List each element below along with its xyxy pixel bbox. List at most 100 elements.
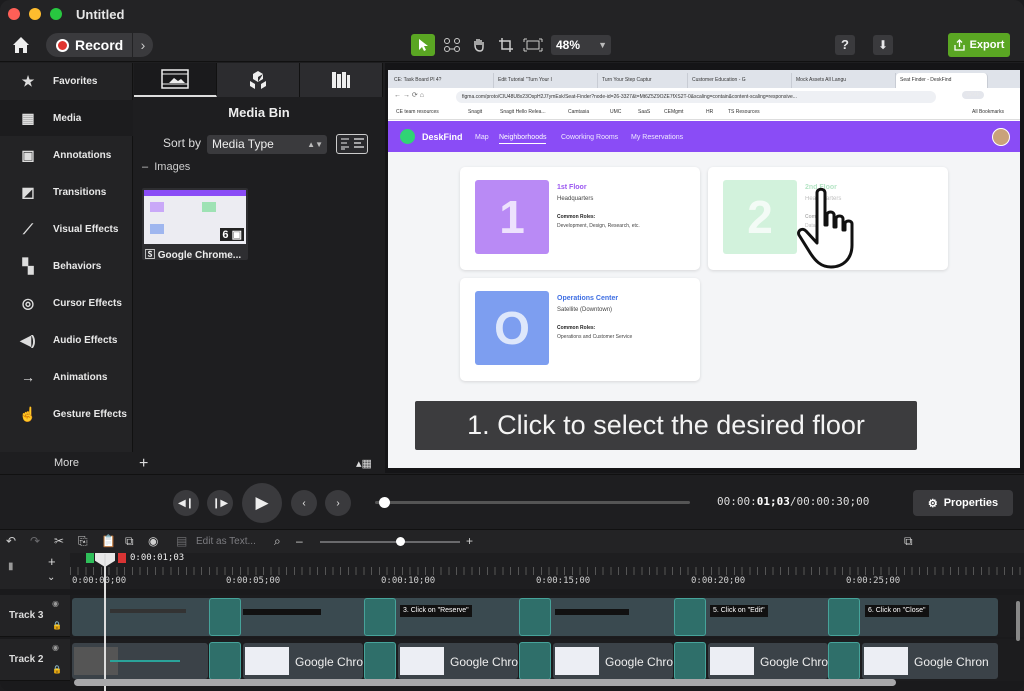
transition-clip[interactable]: [209, 598, 241, 636]
transition-clip[interactable]: [519, 598, 551, 636]
export-button[interactable]: Export: [948, 33, 1010, 57]
transition-clip[interactable]: [209, 642, 241, 680]
sidebar-item-transitions[interactable]: ◩ Transitions: [0, 174, 133, 210]
in-point-marker[interactable]: [86, 553, 94, 563]
timeline-horizontal-scrollbar[interactable]: [74, 679, 896, 686]
track-3-lane[interactable]: 3. Click on "Reserve" 5. Click on "Edit"…: [70, 595, 1024, 637]
playback-scrubber[interactable]: [375, 497, 690, 508]
track-3-header[interactable]: Track 3 ◉ 🔒: [0, 595, 70, 637]
edit-as-text-icon[interactable]: ▤: [176, 534, 187, 548]
sidebar-item-cursor-effects[interactable]: ◎ Cursor Effects: [0, 285, 133, 321]
grid-view-icon[interactable]: ▴▦: [356, 457, 372, 470]
close-window-button[interactable]: [8, 8, 20, 20]
path-tool-icon[interactable]: [440, 34, 464, 56]
image-clip[interactable]: Google Chron: [862, 643, 998, 679]
sidebar-item-favorites[interactable]: ★ Favorites: [0, 63, 133, 99]
more-tools-button[interactable]: More: [0, 452, 133, 474]
star-icon: ★: [21, 72, 35, 89]
timeline[interactable]: + ⌄ ▮ 0:00:00;00 0:00:05;00 0:00:10;00 0…: [0, 553, 1024, 691]
pointing-hand-cursor-icon[interactable]: [793, 185, 865, 273]
tab-library[interactable]: [217, 63, 300, 97]
media-item-google-chrome[interactable]: 6 ▣ 🅂 Google Chrome...: [142, 188, 248, 261]
transition-clip[interactable]: [828, 642, 860, 680]
floor-card-1: 1 1st Floor Headquarters Common Roles: D…: [460, 167, 700, 270]
undo-icon[interactable]: ↶: [6, 534, 16, 548]
collapse-tracks-icon[interactable]: ⌄: [47, 572, 55, 583]
detach-timeline-icon[interactable]: ⧉: [904, 534, 913, 549]
zoom-slider-knob[interactable]: [396, 537, 405, 546]
crop-icon[interactable]: [494, 34, 518, 56]
sort-by-select[interactable]: Media Type ▲▼: [207, 135, 327, 154]
sidebar-item-behaviors[interactable]: ▚ Behaviors: [0, 248, 133, 284]
step-forward-icon[interactable]: ❙▶: [207, 490, 233, 516]
tab-stock[interactable]: [300, 63, 383, 97]
zoom-out-icon[interactable]: –: [296, 534, 303, 548]
transition-clip[interactable]: [519, 642, 551, 680]
transition-clip[interactable]: [674, 642, 706, 680]
out-point-marker[interactable]: [118, 553, 126, 563]
transition-clip[interactable]: [828, 598, 860, 636]
step-callout[interactable]: 1. Click to select the desired floor: [415, 401, 917, 450]
image-clip[interactable]: Google Chron: [243, 643, 363, 679]
sidebar-item-gesture-effects[interactable]: ☝ Gesture Effects: [0, 396, 133, 432]
images-group-header[interactable]: – Images: [142, 161, 190, 173]
previous-marker-icon[interactable]: ‹: [291, 490, 317, 516]
lock-icon[interactable]: 🔒: [52, 665, 62, 674]
timeline-zoom-slider[interactable]: [320, 537, 460, 546]
camera-icon[interactable]: ◉: [148, 534, 158, 548]
tab-media-bin[interactable]: [134, 63, 217, 97]
sidebar-item-visual-effects[interactable]: ⟋ Visual Effects: [0, 211, 133, 247]
cut-icon[interactable]: ✂: [54, 534, 64, 548]
redo-icon[interactable]: ↷: [30, 534, 40, 548]
zoom-window-button[interactable]: [50, 8, 62, 20]
image-clip[interactable]: Google Chron: [398, 643, 518, 679]
transition-clip[interactable]: [364, 598, 396, 636]
eye-icon[interactable]: ◉: [52, 643, 59, 652]
sidebar-item-media[interactable]: ▦ Media: [0, 100, 133, 136]
play-icon[interactable]: ▶: [242, 483, 282, 523]
paste-icon[interactable]: 📋: [101, 534, 116, 548]
lock-icon[interactable]: 🔒: [52, 621, 62, 630]
step-back-icon[interactable]: ◀❙: [173, 490, 199, 516]
fit-canvas-icon[interactable]: [521, 34, 545, 56]
add-track-icon[interactable]: +: [48, 554, 56, 569]
download-icon[interactable]: ⬇: [873, 35, 893, 55]
scrubber-knob[interactable]: [379, 497, 390, 508]
split-icon[interactable]: ⧉: [125, 534, 134, 549]
image-clip[interactable]: Google Chron: [708, 643, 828, 679]
sidebar-item-annotations[interactable]: ▣ Annotations: [0, 137, 133, 173]
pan-hand-icon[interactable]: [467, 34, 491, 56]
copy-icon[interactable]: ⎘: [78, 534, 88, 549]
sidebar-item-audio-effects[interactable]: ◀) Audio Effects: [0, 322, 133, 358]
list-view-toggle-icon[interactable]: [336, 134, 368, 154]
record-button[interactable]: Record: [46, 33, 132, 57]
image-clip[interactable]: Google Chron: [553, 643, 673, 679]
properties-button[interactable]: ⚙ Properties: [913, 490, 1013, 516]
timeline-ruler[interactable]: 0:00:00;00 0:00:05;00 0:00:10;00 0:00:15…: [70, 553, 1024, 589]
image-clip[interactable]: [72, 643, 208, 679]
playhead[interactable]: [104, 554, 106, 691]
sidebar-item-label: Media: [53, 112, 82, 124]
transition-clip[interactable]: [364, 642, 396, 680]
track-2-header[interactable]: Track 2 ◉ 🔒: [0, 639, 70, 681]
zoom-in-icon[interactable]: +: [466, 534, 473, 548]
select-arrow-icon[interactable]: [411, 34, 435, 56]
sidebar-item-label: Favorites: [53, 75, 98, 87]
share-icon: [953, 39, 965, 51]
track-2-lane[interactable]: Google Chron Google Chron Google Chron G…: [70, 639, 1024, 681]
edit-as-text-button[interactable]: Edit as Text...: [196, 536, 256, 547]
timeline-vertical-scrollbar[interactable]: [1016, 601, 1020, 641]
help-button[interactable]: ?: [835, 35, 855, 55]
track-height-icon[interactable]: ▮: [8, 561, 14, 572]
canvas-zoom-select[interactable]: 48% ▼: [551, 35, 611, 55]
bookmark: All Bookmarks: [972, 109, 1004, 115]
add-media-plus-icon[interactable]: +: [139, 455, 148, 473]
next-marker-icon[interactable]: ›: [325, 490, 351, 516]
record-options-chevron-icon[interactable]: ›: [133, 33, 153, 57]
eye-icon[interactable]: ◉: [52, 599, 59, 608]
transition-clip[interactable]: [674, 598, 706, 636]
minimize-window-button[interactable]: [29, 8, 41, 20]
zoom-search-icon[interactable]: ⌕: [274, 534, 281, 549]
home-icon[interactable]: [10, 34, 32, 56]
sidebar-item-animations[interactable]: → Animations: [0, 359, 133, 395]
